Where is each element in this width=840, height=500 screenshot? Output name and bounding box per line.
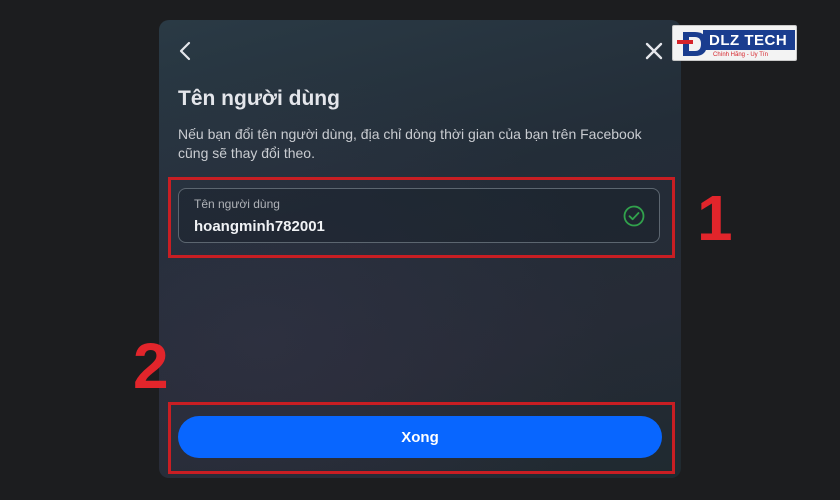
- close-icon: [645, 42, 663, 60]
- step-number-1: 1: [697, 182, 733, 254]
- brand-logo: DLZ TECH Chính Hãng - Uy Tín: [672, 25, 797, 61]
- logo-text: DLZ TECH: [709, 32, 788, 49]
- close-button[interactable]: [641, 38, 667, 64]
- logo-tagline: Chính Hãng - Uy Tín: [713, 52, 768, 58]
- highlight-box-done: [168, 402, 675, 474]
- step-number-2: 2: [133, 330, 169, 402]
- back-button[interactable]: [173, 38, 199, 64]
- highlight-box-username: [168, 177, 675, 258]
- dialog-title: Tên người dùng: [178, 87, 340, 110]
- chevron-left-icon: [179, 41, 191, 61]
- dialog-description: Nếu bạn đổi tên người dùng, địa chỉ dòng…: [178, 126, 642, 161]
